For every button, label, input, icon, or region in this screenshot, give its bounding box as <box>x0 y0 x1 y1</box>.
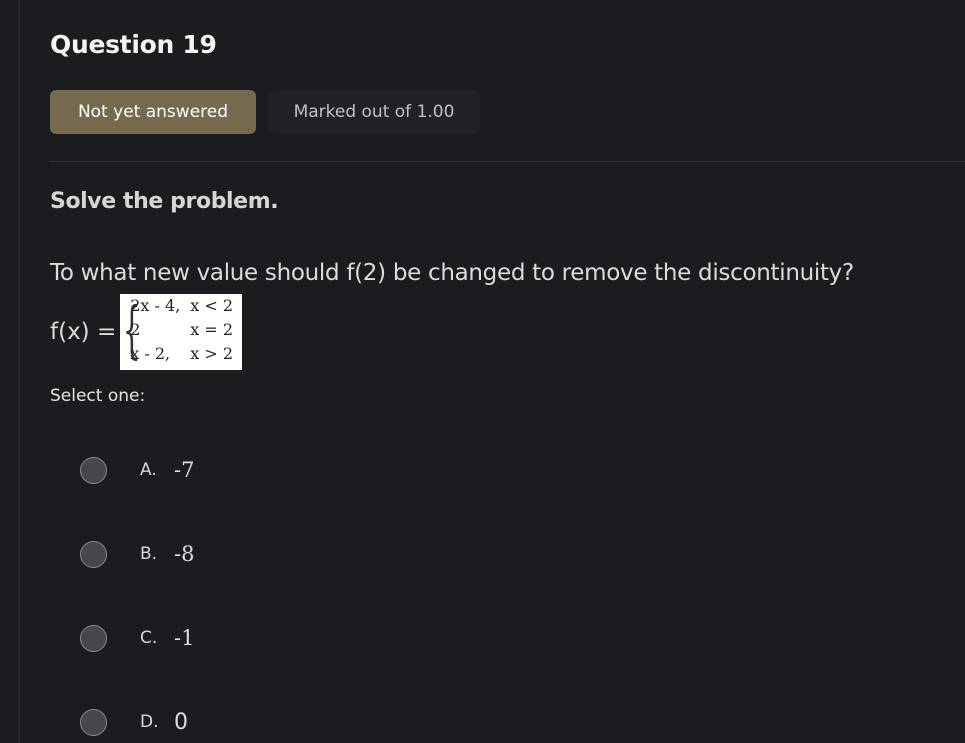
option-c[interactable]: C. -1 <box>80 623 194 653</box>
piecewise-cond: x < 2 <box>190 296 234 315</box>
status-badge: Not yet answered <box>50 90 256 134</box>
divider <box>50 161 965 162</box>
option-value[interactable]: -1 <box>174 626 194 650</box>
piecewise-expr: 2 <box>130 320 141 339</box>
function-label: f(x) = <box>50 319 117 345</box>
option-value[interactable]: -7 <box>174 458 194 482</box>
piecewise-expr: 2x - 4, <box>130 296 181 315</box>
left-border <box>19 0 20 743</box>
option-value[interactable]: 0 <box>174 710 188 735</box>
piecewise-cond: x > 2 <box>190 344 234 363</box>
option-b[interactable]: B. -8 <box>80 539 194 569</box>
marks-badge: Marked out of 1.00 <box>268 90 480 134</box>
option-letter: A. <box>140 460 157 480</box>
option-letter: B. <box>140 544 158 564</box>
piecewise-row: 2x - 4, x < 2 <box>130 296 242 315</box>
option-d[interactable]: D. 0 <box>80 707 188 737</box>
piecewise-row: x - 2, x > 2 <box>130 344 242 363</box>
function-definition: f(x) = { 2x - 4, x < 2 2 x = 2 x - 2, x … <box>50 293 243 370</box>
option-letter: C. <box>140 628 158 648</box>
piecewise-expr: x - 2, <box>130 344 171 363</box>
option-a[interactable]: A. -7 <box>80 455 194 485</box>
option-letter: D. <box>140 712 159 732</box>
piecewise-cond: x = 2 <box>190 320 234 339</box>
option-value[interactable]: -8 <box>174 542 194 566</box>
radio-button[interactable] <box>80 708 107 736</box>
piecewise-function-image: { 2x - 4, x < 2 2 x = 2 x - 2, x > 2 <box>120 293 243 370</box>
question-text: To what new value should f(2) be changed… <box>50 260 854 286</box>
select-one-label: Select one: <box>50 386 146 406</box>
piecewise-row: 2 x = 2 <box>130 320 242 339</box>
radio-button[interactable] <box>80 540 107 568</box>
question-title: Question 19 <box>50 30 217 59</box>
radio-button[interactable] <box>80 624 107 652</box>
radio-button[interactable] <box>80 456 107 484</box>
instruction-text: Solve the problem. <box>50 189 279 214</box>
